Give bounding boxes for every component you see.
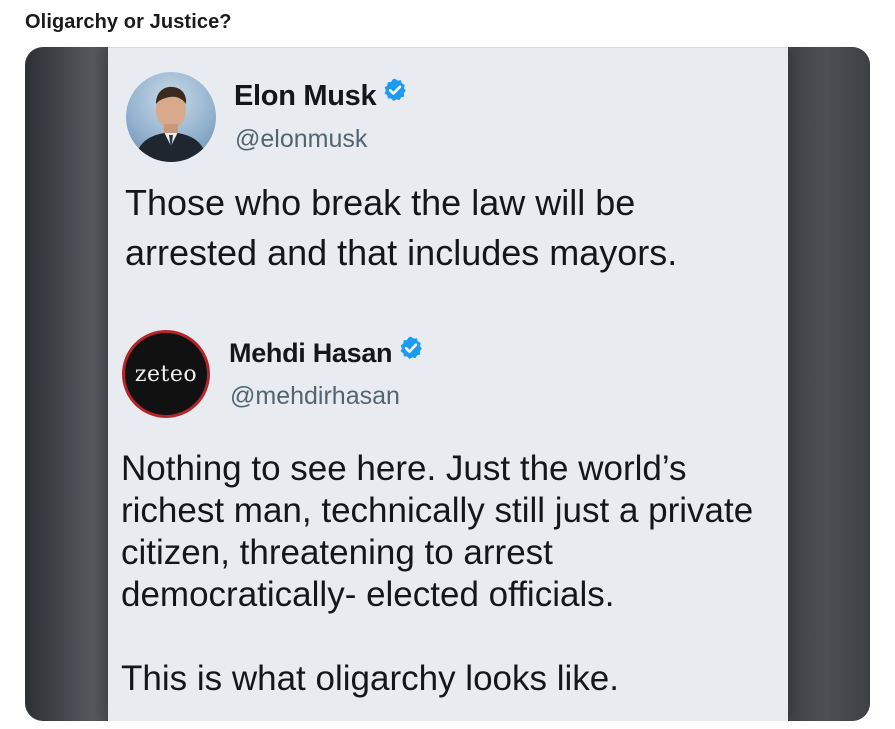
tweet-text: Those who break the law will be arrested… [125, 182, 678, 273]
avatar: zeteo [122, 330, 210, 418]
post-title[interactable]: Oligarchy or Justice? [25, 11, 232, 34]
author-name: Mehdi Hasan [229, 335, 424, 371]
post-view: Oligarchy or Justice? Elon Musk @elonmus… [0, 0, 895, 729]
person-avatar-icon [134, 86, 208, 162]
author-handle: @mehdirhasan [230, 382, 400, 410]
author-name-text: Mehdi Hasan [229, 338, 393, 368]
tweet-paragraph: Nothing to see here. Just the world’s ri… [121, 449, 754, 614]
media-blur-right [785, 47, 870, 721]
tweet-text: Nothing to see here. Just the world’s ri… [121, 448, 781, 700]
author-handle: @elonmusk [235, 125, 368, 153]
author-name: Elon Musk [234, 77, 408, 114]
post-media[interactable]: Elon Musk @elonmusk Those who break the … [25, 47, 870, 721]
avatar [126, 72, 216, 162]
verified-badge-icon [382, 77, 408, 111]
tweet-screenshot-image: Elon Musk @elonmusk Those who break the … [108, 47, 788, 721]
zeteo-logo-text: zeteo [134, 361, 198, 387]
verified-badge-icon [398, 335, 424, 368]
author-name-text: Elon Musk [234, 80, 377, 112]
tweet-paragraph: This is what oligarchy looks like. [121, 659, 619, 698]
